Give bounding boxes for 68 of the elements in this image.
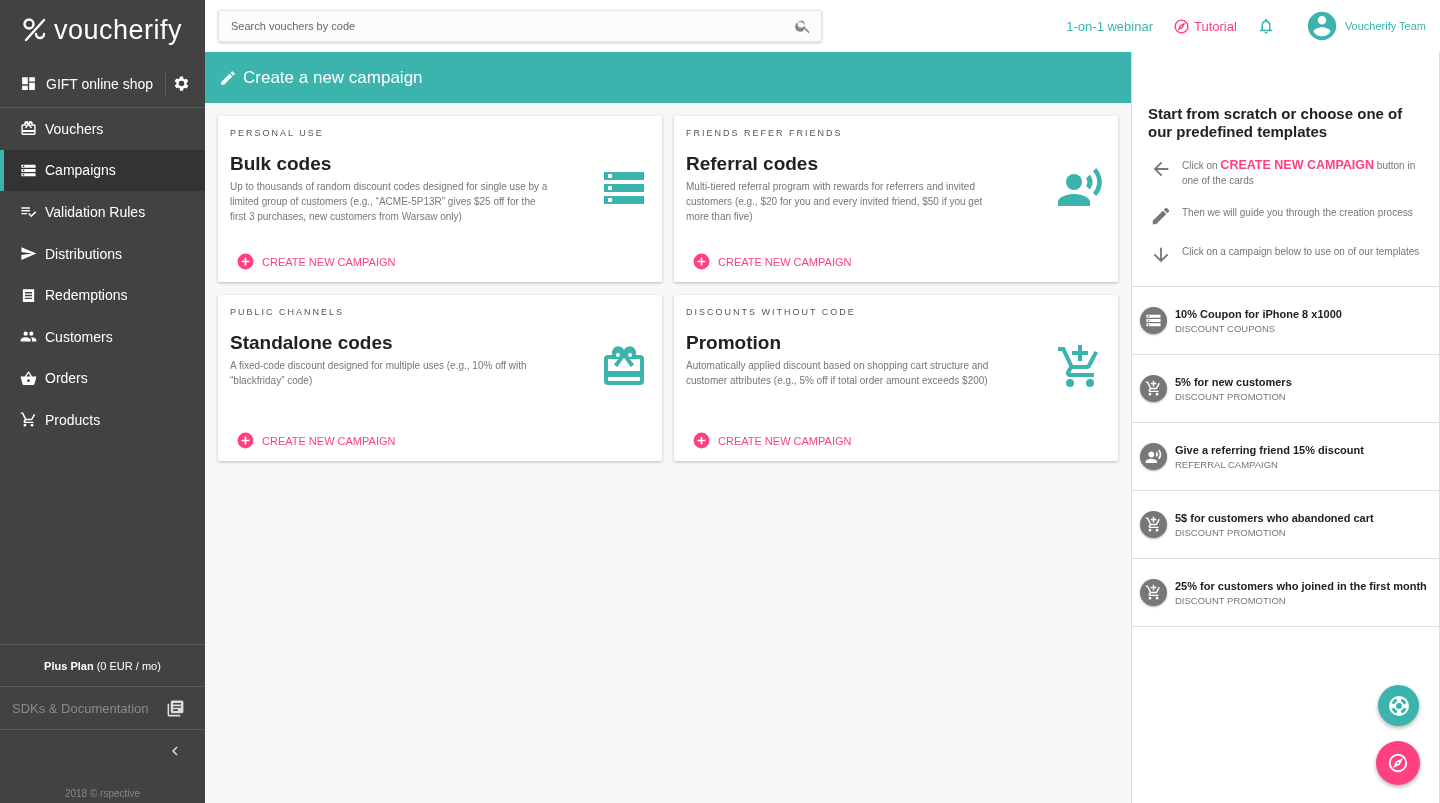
card-description: A fixed-code discount designed for multiple uses (e.g., 10% off with “blackfriday” code) [230,359,528,388]
pencil-icon [1150,205,1172,227]
plan-label: Plus Plan (0 EUR / mo) [44,659,161,672]
card-category: PUBLIC CHANNELS [230,307,346,317]
pencil-icon [219,68,237,87]
template-name: 25% for customers who joined in the first month [1175,579,1427,592]
copyright-text: 2018 © rspective [63,787,142,801]
template-name: Give a referring friend 15% discount [1175,443,1364,456]
cart-plus-avatar-icon [1140,375,1167,402]
cart-plus-avatar-icon [1140,579,1167,606]
send-icon [20,245,37,263]
plus-circle-icon [692,252,711,271]
sidebar-item[interactable]: Campaigns [0,149,205,192]
page-title: Create a new campaign [243,67,423,88]
panel-title: Start from scratch or choose one of our predefined templates [1147,104,1404,141]
card-title: Bulk codes [230,153,333,175]
person-voice-avatar-icon [1140,443,1167,470]
template-name: 5$ for customers who abandoned cart [1175,511,1374,524]
card-description: Up to thousands of random discount codes designed for single use by a limited group of customers (e.g., “ACME-5P13R” gives $25 off for the first 3 purchases, new customers from Warsaw only) [230,180,548,224]
sidebar-item[interactable]: Vouchers [0,108,205,150]
step-text: Click on a campaign below to use on of our templates [1182,245,1420,259]
template-type: DISCOUNT COUPONS [1175,322,1277,334]
template-type: DISCOUNT PROMOTION [1175,526,1287,538]
template-item[interactable]: Give a referring friend 15% discount REFERRAL CAMPAIGN [1132,423,1439,491]
sidebar-item[interactable]: Orders [0,357,205,400]
plus-circle-icon [236,252,255,271]
card-title: Standalone codes [230,332,394,354]
docs-icon [166,698,185,718]
card-category: FRIENDS REFER FRIENDS [686,128,844,138]
template-item[interactable]: 5$ for customers who abandoned cart DISCOUNT PROMOTION [1132,491,1439,559]
template-item[interactable]: 5% for new customers DISCOUNT PROMOTION [1132,355,1439,423]
card-description: Multi-tiered referral program with rewards for referrers and invited customers (e.g., $20 for you and every invited friend, $50 if you get more than five) [686,180,984,224]
template-type: DISCOUNT PROMOTION [1175,390,1287,402]
sidebar-item[interactable]: Distributions [0,232,205,275]
card-title: Referral codes [686,153,819,175]
template-item[interactable]: 10% Coupon for iPhone 8 x1000 DISCOUNT COUPONS [1132,287,1439,355]
card-title: Promotion [686,332,782,354]
card-category: DISCOUNTS WITHOUT CODE [686,307,857,317]
receipt-icon [20,286,37,304]
template-item[interactable]: 25% for customers who joined in the first month DISCOUNT PROMOTION [1132,559,1439,627]
cart-plus-avatar-icon [1140,511,1167,538]
gift-icon [20,120,37,138]
sidebar-item[interactable]: Customers [0,315,205,358]
card-category: PERSONAL USE [230,128,325,138]
search-field[interactable]: Search vouchers by code [218,10,822,42]
card-description: Automatically applied discount based on shopping cart structure and customer attributes (e.g., 5% off if total order amount exceeds $200) [686,359,990,388]
cart-icon [20,411,37,429]
dashboard-icon [20,75,37,92]
template-type: REFERRAL CAMPAIGN [1175,458,1279,470]
logo-icon [22,17,48,43]
template-type: DISCOUNT PROMOTION [1175,594,1287,606]
basket-icon [20,369,37,387]
plus-circle-icon [692,431,711,450]
sidebar-item[interactable]: Products [0,399,205,441]
logo-text: voucherify [54,14,183,46]
plus-circle-icon [236,431,255,450]
list-avatar-icon [1140,307,1167,334]
step-text: Click on CREATE NEW CAMPAIGN button in one of the cards [1182,158,1417,188]
compass-icon [1173,17,1190,35]
lifebuoy-icon [1386,693,1411,718]
shop-selector[interactable]: GIFT online shop [46,75,165,92]
template-name: 5% for new customers [1175,375,1292,388]
compass-icon [1387,752,1409,774]
sidebar-item[interactable]: Validation Rules [0,191,205,233]
settings-icon[interactable] [172,74,191,93]
sidebar-item[interactable]: Redemptions [0,274,205,316]
step-text: Then we will guide you through the creation process [1182,206,1413,220]
template-name: 10% Coupon for iPhone 8 x1000 [1175,307,1342,320]
